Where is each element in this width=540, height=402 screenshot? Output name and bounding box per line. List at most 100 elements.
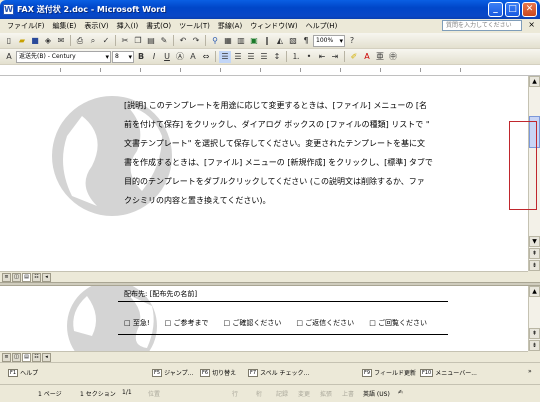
redo-icon[interactable]: ↷ bbox=[190, 35, 202, 47]
insert-table-icon[interactable]: ▥ bbox=[235, 35, 247, 47]
permission-icon[interactable]: ◈ bbox=[42, 35, 54, 47]
numbering-icon[interactable]: ⒈ bbox=[290, 51, 302, 63]
status-track-changes[interactable]: 変更 bbox=[298, 389, 310, 398]
word-app-icon[interactable]: W bbox=[3, 4, 14, 15]
document-pane-upper[interactable]: [説明] このテンプレートを用途に応じて変更するときは、[ファイル] メニューの… bbox=[0, 76, 528, 271]
status-position[interactable]: 位置 bbox=[148, 389, 160, 398]
columns-icon[interactable]: ‖ bbox=[261, 35, 273, 47]
bullets-icon[interactable]: • bbox=[303, 51, 315, 63]
underline-button[interactable]: U bbox=[161, 51, 173, 63]
tables-borders-icon[interactable]: ▦ bbox=[222, 35, 234, 47]
horizontal-ruler[interactable] bbox=[0, 65, 540, 76]
open-folder-icon[interactable]: ▰ bbox=[16, 35, 28, 47]
outline-view-icon[interactable]: ☷ bbox=[32, 272, 41, 282]
checkbox-please-confirm[interactable]: □ ご確認ください bbox=[224, 318, 282, 328]
drawing-icon[interactable]: ◭ bbox=[274, 35, 286, 47]
zoom-select[interactable]: 100% bbox=[313, 34, 345, 47]
fkey-menubar[interactable]: F10 メニューバー... bbox=[420, 368, 477, 377]
help-icon[interactable]: ? bbox=[346, 35, 358, 47]
shading-char-icon[interactable]: Ａ bbox=[187, 51, 199, 63]
maximize-button[interactable]: □ bbox=[505, 2, 520, 17]
phonetic-guide-icon[interactable]: 亜 bbox=[374, 51, 386, 63]
web-layout-icon[interactable]: ◫ bbox=[12, 352, 21, 362]
minimize-button[interactable]: _ bbox=[488, 2, 503, 17]
email-icon[interactable]: ✉ bbox=[55, 35, 67, 47]
undo-icon[interactable]: ↶ bbox=[177, 35, 189, 47]
fkey-spelling[interactable]: F7 スペル チェック... bbox=[248, 368, 309, 377]
show-hide-icon[interactable]: ¶ bbox=[300, 35, 312, 47]
menu-window[interactable]: ウィンドウ(W) bbox=[246, 21, 301, 31]
spelling-icon[interactable]: ✓ bbox=[100, 35, 112, 47]
border-char-icon[interactable]: Ⓐ bbox=[174, 51, 186, 63]
scroll-left-arrow-icon[interactable]: ◂ bbox=[42, 352, 51, 362]
font-color-icon[interactable]: A bbox=[361, 51, 373, 63]
checkbox-urgent[interactable]: □ 至急! bbox=[124, 318, 150, 328]
document-close-icon[interactable]: × bbox=[528, 20, 535, 29]
enclose-char-icon[interactable]: ㊥ bbox=[387, 51, 399, 63]
distributed-icon[interactable]: ☰ bbox=[258, 51, 270, 63]
checkbox-please-circulate[interactable]: □ ご回覧ください bbox=[369, 318, 427, 328]
scroll-left-arrow-icon[interactable]: ◂ bbox=[42, 272, 51, 282]
increase-indent-icon[interactable]: ⇥ bbox=[329, 51, 341, 63]
print-layout-icon[interactable]: ▤ bbox=[22, 352, 31, 362]
copy-icon[interactable]: ❐ bbox=[132, 35, 144, 47]
cut-icon[interactable]: ✂ bbox=[119, 35, 131, 47]
normal-view-icon[interactable]: ≡ bbox=[2, 352, 11, 362]
status-section[interactable]: 1 セクション bbox=[80, 389, 116, 398]
menu-edit[interactable]: 編集(E) bbox=[49, 21, 81, 31]
normal-view-icon[interactable]: ≡ bbox=[2, 272, 11, 282]
print-icon[interactable]: ⎙ bbox=[74, 35, 86, 47]
web-layout-icon[interactable]: ◫ bbox=[12, 272, 21, 282]
next-page-icon[interactable]: ⇟ bbox=[529, 340, 540, 351]
document-pane-lower[interactable]: 配布先: [配布先の名前] □ 至急! □ ご参考まで □ ご確認ください □ … bbox=[0, 286, 528, 351]
char-scale-icon[interactable]: ⇔ bbox=[200, 51, 212, 63]
status-overtype[interactable]: 上書 bbox=[342, 389, 354, 398]
fkey-update-field[interactable]: F9 フィールド更新 bbox=[362, 368, 416, 377]
fkey-more-icon[interactable]: » bbox=[528, 368, 532, 375]
scroll-down-arrow-icon[interactable]: ▼ bbox=[529, 236, 540, 247]
status-column[interactable]: 桁 bbox=[256, 389, 262, 398]
italic-button[interactable]: I bbox=[148, 51, 160, 63]
status-line[interactable]: 行 bbox=[232, 389, 238, 398]
paste-icon[interactable]: ▤ bbox=[145, 35, 157, 47]
fkey-help[interactable]: F1 ヘルプ bbox=[8, 368, 38, 377]
print-layout-icon[interactable]: ▤ bbox=[22, 272, 31, 282]
style-font-select[interactable]: 返送先(B) - Century bbox=[16, 50, 111, 63]
spelling-status-icon[interactable]: ✍ bbox=[398, 389, 403, 396]
font-size-select[interactable]: 8 bbox=[112, 50, 134, 63]
hyperlink-icon[interactable]: ⚲ bbox=[209, 35, 221, 47]
status-language[interactable]: 英語 (US) bbox=[363, 389, 390, 398]
menu-file[interactable]: ファイル(F) bbox=[3, 21, 49, 31]
checkbox-for-reference[interactable]: □ ご参考まで bbox=[165, 318, 209, 328]
align-center-icon[interactable]: ☰ bbox=[232, 51, 244, 63]
menu-view[interactable]: 表示(V) bbox=[80, 21, 112, 31]
styles-icon[interactable]: A bbox=[3, 51, 15, 63]
menu-table[interactable]: 罫線(A) bbox=[214, 21, 246, 31]
menu-help[interactable]: ヘルプ(H) bbox=[302, 21, 342, 31]
status-extend[interactable]: 拡張 bbox=[320, 389, 332, 398]
close-button[interactable]: ✕ bbox=[522, 2, 537, 17]
menu-insert[interactable]: 挿入(I) bbox=[113, 21, 143, 31]
vertical-scrollbar-lower[interactable]: ▲ ⇞ ⇟ bbox=[528, 286, 540, 351]
insert-excel-icon[interactable]: ▣ bbox=[248, 35, 260, 47]
bold-button[interactable]: B bbox=[135, 51, 147, 63]
status-rec[interactable]: 記録 bbox=[276, 389, 288, 398]
outline-view-icon[interactable]: ☷ bbox=[32, 352, 41, 362]
save-icon[interactable]: ■ bbox=[29, 35, 41, 47]
fkey-goto[interactable]: F5 ジャンプ... bbox=[152, 368, 193, 377]
new-document-icon[interactable]: ▯ bbox=[3, 35, 15, 47]
status-page-count[interactable]: 1/1 bbox=[122, 389, 132, 396]
decrease-indent-icon[interactable]: ⇤ bbox=[316, 51, 328, 63]
print-preview-icon[interactable]: ⌕ bbox=[87, 35, 99, 47]
line-spacing-icon[interactable]: ↕ bbox=[271, 51, 283, 63]
status-page[interactable]: 1 ページ bbox=[38, 389, 62, 398]
fkey-switch[interactable]: F6 切り替え bbox=[200, 368, 236, 377]
prev-page-icon[interactable]: ⇞ bbox=[529, 328, 540, 339]
menu-format[interactable]: 書式(O) bbox=[142, 21, 175, 31]
instructions-text[interactable]: [説明] このテンプレートを用途に応じて変更するときは、[ファイル] メニューの… bbox=[124, 96, 454, 210]
next-page-icon[interactable]: ⇟ bbox=[529, 260, 540, 271]
scroll-up-arrow-icon[interactable]: ▲ bbox=[529, 76, 540, 87]
scroll-up-arrow-icon[interactable]: ▲ bbox=[529, 286, 540, 297]
distribution-field[interactable]: 配布先: [配布先の名前] bbox=[124, 289, 197, 299]
format-painter-icon[interactable]: ✎ bbox=[158, 35, 170, 47]
